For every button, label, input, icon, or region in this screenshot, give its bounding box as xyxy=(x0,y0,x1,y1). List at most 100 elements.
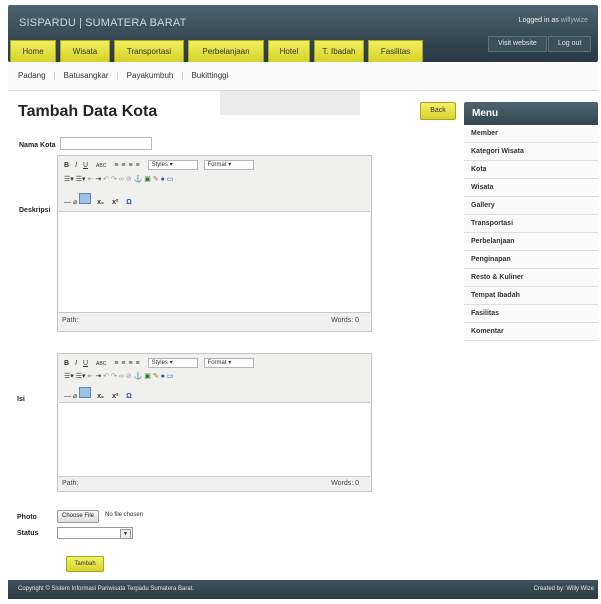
numbered-list-icon[interactable]: ☰▾ xyxy=(76,176,86,183)
format-select[interactable]: Format ▾ xyxy=(203,160,254,170)
deskripsi-editor[interactable]: BIU ABC ≡ ≡ ≡ ≡ Styles ▾ Format ▾ ☰▾ ☰▾ ⇤ ⇥… xyxy=(57,155,372,332)
tab-t-ibadah[interactable]: T. Ibadah xyxy=(314,40,364,62)
unlink-icon[interactable]: ⊘ xyxy=(126,176,132,183)
italic-icon[interactable]: I xyxy=(75,360,77,367)
anchor-icon[interactable]: ⚓ xyxy=(134,176,143,183)
underline-icon[interactable]: U xyxy=(83,360,88,367)
help-icon[interactable]: ● xyxy=(161,176,165,183)
tab-hotel[interactable]: Hotel xyxy=(268,40,310,62)
html-icon[interactable]: ▭ xyxy=(167,176,174,183)
editor-status-bar: Path: Words: 0 xyxy=(62,480,367,487)
isi-textarea[interactable] xyxy=(59,402,370,477)
logout-button[interactable]: Log out xyxy=(548,36,592,52)
superscript-icon[interactable]: x² xyxy=(112,393,124,400)
anchor-icon[interactable]: ⚓ xyxy=(134,373,143,380)
isi-editor[interactable]: BIU ABC ≡ ≡ ≡ ≡ Styles ▾ Format ▾ ☰▾ ☰▾ ⇤ ⇥… xyxy=(57,353,372,492)
strikethrough-icon[interactable]: ABC xyxy=(96,163,106,169)
tab-fasilitas[interactable]: Fasilitas xyxy=(368,40,423,62)
deskripsi-label: Deskripsi xyxy=(19,207,51,214)
image-icon[interactable]: ▣ xyxy=(144,176,151,183)
visual-aid-icon[interactable] xyxy=(79,387,92,398)
sidebar-item-tempat-ibadah[interactable]: Tempat Ibadah xyxy=(464,287,598,305)
indent-icon[interactable]: ⇥ xyxy=(95,176,101,183)
sidebar-item-kategori-wisata[interactable]: Kategori Wisata xyxy=(464,143,598,161)
eraser-icon[interactable]: ⌀ xyxy=(73,393,77,400)
bullet-list-icon[interactable]: ☰▾ xyxy=(64,176,74,183)
special-char-icon[interactable]: Ω xyxy=(126,199,132,206)
cleanup-icon[interactable]: ✎ xyxy=(153,373,159,380)
link-icon[interactable]: ∞ xyxy=(119,176,124,183)
sidebar-menu: Menu Member Kategori Wisata Kota Wisata … xyxy=(464,102,598,341)
image-icon[interactable]: ▣ xyxy=(144,373,151,380)
sidebar-item-transportasi[interactable]: Transportasi xyxy=(464,215,598,233)
nama-kota-input[interactable] xyxy=(60,137,152,150)
tab-perbelanjaan[interactable]: Perbelanjaan xyxy=(188,40,264,62)
subnav-item-padang[interactable]: Padang xyxy=(18,71,46,80)
special-char-icon[interactable]: Ω xyxy=(126,393,132,400)
cleanup-icon[interactable]: ✎ xyxy=(153,176,159,183)
horizontal-rule-icon[interactable]: — xyxy=(64,199,71,206)
underline-icon[interactable]: U xyxy=(83,162,88,169)
numbered-list-icon[interactable]: ☰▾ xyxy=(76,373,86,380)
strikethrough-icon[interactable]: ABC xyxy=(96,361,106,367)
sidebar-item-resto-kuliner[interactable]: Resto & Kuliner xyxy=(464,269,598,287)
bold-icon[interactable]: B xyxy=(64,162,69,169)
redo-icon[interactable]: ↷ xyxy=(111,373,117,380)
bullet-list-icon[interactable]: ☰▾ xyxy=(64,373,74,380)
status-select[interactable]: ▼ xyxy=(57,527,133,539)
format-select[interactable]: Format ▾ xyxy=(203,358,254,368)
sidebar-item-wisata[interactable]: Wisata xyxy=(464,179,598,197)
align-left-icon[interactable]: ≡ xyxy=(114,162,118,169)
sidebar-item-komentar[interactable]: Komentar xyxy=(464,323,598,341)
align-left-icon[interactable]: ≡ xyxy=(114,360,118,367)
sidebar-item-penginapan[interactable]: Penginapan xyxy=(464,251,598,269)
sidebar-item-member[interactable]: Member xyxy=(464,125,598,143)
chevron-down-icon[interactable]: ▼ xyxy=(120,529,131,539)
sub-nav: Padang | Batusangkar | Payakumbuh | Buki… xyxy=(8,62,598,91)
align-justify-icon[interactable]: ≡ xyxy=(136,360,140,367)
outdent-icon[interactable]: ⇤ xyxy=(88,176,94,183)
tambah-button[interactable]: Tambah xyxy=(66,556,104,572)
align-right-icon[interactable]: ≡ xyxy=(128,360,132,367)
eraser-icon[interactable]: ⌀ xyxy=(73,199,77,206)
outdent-icon[interactable]: ⇤ xyxy=(88,373,94,380)
logged-in-user[interactable]: willywize xyxy=(561,17,588,24)
help-icon[interactable]: ● xyxy=(161,373,165,380)
subnav-item-batusangkar[interactable]: Batusangkar xyxy=(64,71,109,80)
deskripsi-textarea[interactable] xyxy=(59,211,370,313)
subscript-icon[interactable]: x₂ xyxy=(97,199,110,206)
tab-home[interactable]: Home xyxy=(10,40,56,62)
align-center-icon[interactable]: ≡ xyxy=(121,162,125,169)
redo-icon[interactable]: ↷ xyxy=(111,176,117,183)
unlink-icon[interactable]: ⊘ xyxy=(126,373,132,380)
align-center-icon[interactable]: ≡ xyxy=(121,360,125,367)
styles-select[interactable]: Styles ▾ xyxy=(147,358,198,368)
subnav-item-payakumbuh[interactable]: Payakumbuh xyxy=(127,71,174,80)
tab-wisata[interactable]: Wisata xyxy=(60,40,110,62)
undo-icon[interactable]: ↶ xyxy=(103,176,109,183)
sidebar-item-fasilitas[interactable]: Fasilitas xyxy=(464,305,598,323)
superscript-icon[interactable]: x² xyxy=(112,199,124,206)
html-icon[interactable]: ▭ xyxy=(167,373,174,380)
styles-select[interactable]: Styles ▾ xyxy=(147,160,198,170)
back-button[interactable]: Back xyxy=(420,102,456,120)
undo-icon[interactable]: ↶ xyxy=(103,373,109,380)
link-icon[interactable]: ∞ xyxy=(119,373,124,380)
choose-file-button[interactable]: Choose File xyxy=(57,510,100,523)
align-right-icon[interactable]: ≡ xyxy=(128,162,132,169)
visual-aid-icon[interactable] xyxy=(79,193,92,204)
page-title: Tambah Data Kota xyxy=(18,103,158,120)
indent-icon[interactable]: ⇥ xyxy=(95,373,101,380)
sidebar-item-perbelanjaan[interactable]: Perbelanjaan xyxy=(464,233,598,251)
subnav-item-bukittinggi[interactable]: Bukittinggi xyxy=(191,71,228,80)
sidebar-item-kota[interactable]: Kota xyxy=(464,161,598,179)
tab-transportasi[interactable]: Transportasi xyxy=(114,40,184,62)
bold-icon[interactable]: B xyxy=(64,360,69,367)
sidebar-item-gallery[interactable]: Gallery xyxy=(464,197,598,215)
site-logo[interactable]: SISPARDU | SUMATERA BARAT xyxy=(19,17,187,29)
subscript-icon[interactable]: x₂ xyxy=(97,393,110,400)
italic-icon[interactable]: I xyxy=(75,162,77,169)
horizontal-rule-icon[interactable]: — xyxy=(64,393,71,400)
align-justify-icon[interactable]: ≡ xyxy=(136,162,140,169)
visit-website-button[interactable]: Visit website xyxy=(488,36,547,52)
